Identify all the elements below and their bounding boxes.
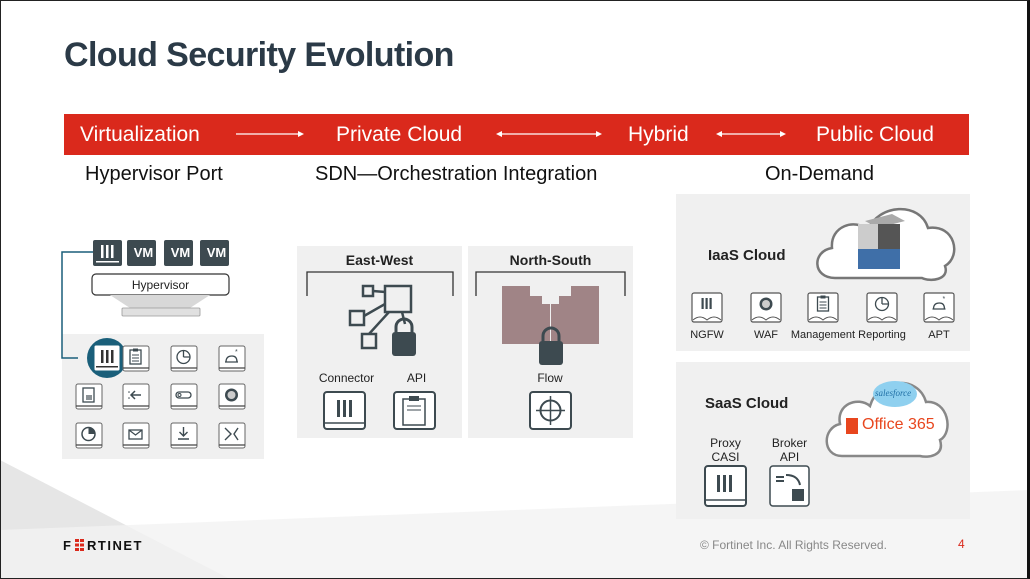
gear-shield-icon: [218, 383, 246, 416]
key-icon: [170, 383, 198, 416]
clipboard-icon: [807, 292, 839, 329]
api-label: API: [406, 371, 427, 385]
page-number: 4: [958, 537, 965, 551]
fortinet-o-mark: [75, 539, 84, 551]
sandbox-icon: *: [923, 292, 955, 329]
label-line: Broker: [771, 436, 808, 450]
connector-icon: [323, 391, 366, 430]
lock-icon: [392, 317, 416, 356]
salesforce-text: salesforce: [875, 388, 912, 398]
flow-target-icon: [529, 391, 572, 430]
vm-cube-icon: [858, 214, 905, 269]
iaas-title: IaaS Cloud: [708, 247, 786, 264]
pie-chart-icon: [866, 292, 898, 329]
server-icon: [121, 307, 201, 317]
iaas-service-label: APT: [928, 329, 950, 341]
north-south-diagram: [475, 271, 626, 430]
switch-icon: [218, 422, 246, 455]
vm-label: VM: [170, 245, 191, 260]
vm-label: VM: [133, 245, 154, 260]
office-365-logo: [846, 418, 858, 434]
proxy-casi-icon: [704, 465, 747, 507]
connector-label: Connector: [318, 371, 375, 385]
label-line: CASI: [711, 450, 740, 464]
iaas-cloud-icon: [816, 207, 956, 282]
broker-api-label: Broker API: [767, 436, 812, 464]
svg-text:*: *: [235, 349, 238, 356]
fortinet-logo: F RTINET: [63, 539, 143, 551]
saas-title: SaaS Cloud: [705, 395, 789, 412]
stage-private-cloud: Private Cloud: [336, 123, 463, 146]
gear-shield-icon: [750, 292, 782, 329]
arrow-both-icon: [716, 131, 786, 137]
download-icon: [170, 422, 198, 455]
stage-hybrid: Hybrid: [628, 123, 689, 146]
svg-text:*: *: [943, 296, 946, 303]
broker-api-icon: [769, 465, 810, 507]
subtitle-on-demand: On-Demand: [765, 163, 874, 185]
svg-text:RTINET: RTINET: [87, 539, 143, 551]
subtitle-sdn: SDN—Orchestration Integration: [315, 163, 598, 185]
datacenter-icon: [502, 286, 599, 344]
pie-report-icon: [75, 422, 103, 455]
mail-icon: [122, 422, 150, 455]
copyright: © Fortinet Inc. All Rights Reserved.: [700, 538, 887, 552]
proxy-casi-label: Proxy CASI: [703, 436, 748, 464]
label-line: Proxy: [710, 436, 741, 450]
firewall-vm-icon: [93, 240, 122, 266]
saas-icons: [704, 465, 810, 507]
saas-cloud-icon: [825, 381, 949, 458]
sandbox-icon: *: [218, 345, 246, 378]
stage-public-cloud: Public Cloud: [816, 123, 934, 146]
clipboard-icon: [122, 345, 150, 378]
evolution-banner: Virtualization Private Cloud Hybrid Publ…: [64, 114, 969, 155]
api-icon: [393, 391, 436, 430]
east-west-diagram: [306, 271, 454, 430]
hypervisor-label: Hypervisor: [131, 278, 190, 292]
arrow-right-icon: [236, 131, 304, 137]
mobile-clipboard-icon: [75, 383, 103, 416]
subtitle-hypervisor-port: Hypervisor Port: [85, 163, 223, 185]
slide-title: Cloud Security Evolution: [64, 36, 454, 74]
vm-label: VM: [206, 245, 227, 260]
wan-optimizer-icon: [122, 383, 150, 416]
label-line: API: [779, 450, 800, 464]
flow-label: Flow: [537, 371, 563, 385]
firewall-icon: [691, 292, 723, 329]
stage-virtualization: Virtualization: [80, 123, 200, 146]
pie-chart-icon: [170, 345, 198, 378]
arrow-both-icon: [496, 131, 602, 137]
office-365-text: Office 365: [862, 416, 935, 433]
svg-text:F: F: [63, 539, 72, 551]
